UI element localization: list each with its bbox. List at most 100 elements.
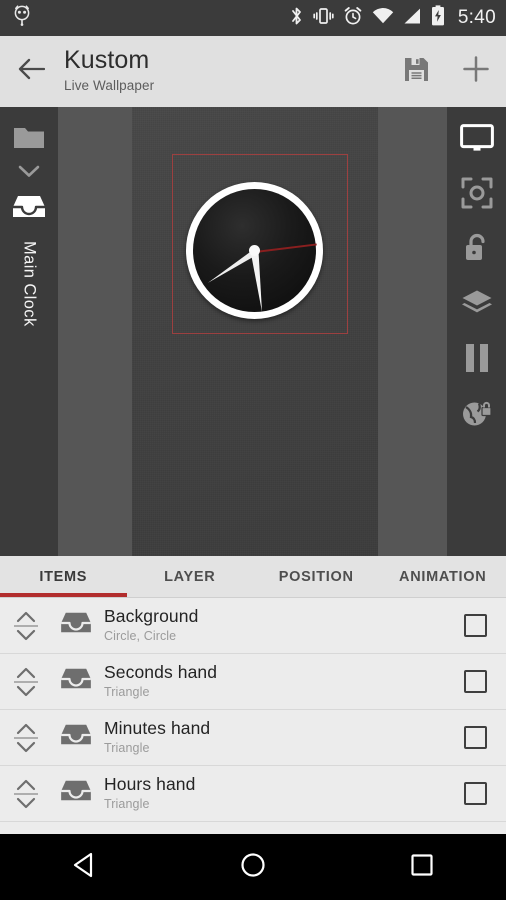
plus-icon	[462, 55, 490, 88]
analog-clock-widget[interactable]	[186, 182, 323, 319]
vibrate-icon	[313, 6, 334, 31]
tab-position-label: POSITION	[278, 568, 354, 585]
item-text: Background Circle, Circle	[104, 606, 444, 646]
item-text: Seconds hand Triangle	[104, 662, 444, 702]
tab-items-label: ITEMS	[39, 568, 88, 585]
tab-animation[interactable]: ANIMATION	[380, 556, 506, 597]
wifi-icon	[372, 7, 394, 30]
status-bar-notifications	[0, 5, 32, 31]
app-bar-titles: Kustom Live Wallpaper	[64, 47, 154, 95]
item-checkbox-cell[interactable]	[444, 598, 506, 654]
item-checkbox-cell[interactable]	[444, 766, 506, 822]
reorder-handle[interactable]	[0, 654, 52, 710]
item-subtitle: Triangle	[104, 796, 150, 811]
app-bar-actions	[386, 36, 506, 107]
item-checkbox-cell[interactable]	[444, 710, 506, 766]
inbox-tray-icon	[59, 610, 93, 641]
item-title: Background	[104, 605, 199, 626]
tab-bar: ITEMS LAYER POSITION ANIMATION	[0, 556, 506, 598]
tab-layer-label: LAYER	[164, 568, 216, 585]
item-checkbox[interactable]	[463, 614, 487, 637]
nav-recents-square-icon	[410, 853, 434, 882]
center-focus-icon	[461, 177, 493, 214]
item-title: Minutes hand	[104, 717, 211, 738]
globe-lock-icon	[461, 398, 493, 433]
alarm-icon	[343, 6, 363, 31]
status-bar-icons: 5:40	[289, 5, 506, 31]
back-arrow-icon	[18, 58, 45, 85]
bluetooth-icon	[289, 6, 304, 31]
tab-items[interactable]: ITEMS	[0, 556, 127, 597]
left-toolbar: Main Clock	[0, 107, 58, 556]
list-item[interactable]: Hours hand Triangle	[0, 766, 506, 822]
globe-lock-button[interactable]	[451, 394, 503, 436]
app-root: 5:40 Kustom Live Wallpaper Main Clock IT…	[0, 0, 506, 900]
nav-recents-button[interactable]	[379, 834, 465, 900]
list-item[interactable]: Background Circle, Circle	[0, 598, 506, 654]
status-bar: 5:40	[0, 0, 506, 36]
item-type-icon	[52, 710, 100, 766]
list-item[interactable]: Seconds hand Triangle	[0, 654, 506, 710]
nav-home-circle-icon	[240, 852, 266, 883]
nav-back-triangle-icon	[72, 852, 96, 883]
pause-icon	[464, 343, 490, 378]
preset-folder-button[interactable]	[4, 117, 54, 161]
battery-charging-icon	[431, 5, 445, 31]
item-subtitle: Triangle	[104, 684, 150, 699]
signal-icon	[403, 7, 422, 30]
save-floppy-icon	[403, 56, 430, 88]
inbox-tray-icon	[59, 666, 93, 697]
clock-center-hub	[249, 245, 260, 256]
wallpaper-preview[interactable]	[132, 107, 378, 556]
owl-icon	[12, 5, 32, 31]
item-text: Minutes hand Triangle	[104, 718, 444, 758]
monitor-screen-icon	[459, 123, 494, 157]
tab-layer[interactable]: LAYER	[127, 556, 254, 597]
page-subtitle: Live Wallpaper	[64, 77, 155, 93]
inbox-tray-icon	[59, 722, 93, 753]
chevron-down-icon	[18, 165, 40, 183]
item-type-icon	[52, 654, 100, 710]
module-tray-button[interactable]	[4, 187, 54, 231]
right-toolbar	[447, 107, 506, 556]
item-checkbox[interactable]	[463, 726, 487, 749]
layers-icon	[461, 289, 493, 322]
item-subtitle: Circle, Circle	[104, 628, 177, 643]
lock-toggle-button[interactable]	[451, 229, 503, 271]
item-title: Seconds hand	[104, 661, 218, 682]
inbox-tray-icon	[11, 193, 47, 226]
monitor-screen-button[interactable]	[451, 119, 503, 161]
app-bar: Kustom Live Wallpaper	[0, 36, 506, 107]
unlock-padlock-icon	[463, 232, 491, 269]
item-title: Hours hand	[104, 773, 196, 794]
tab-position[interactable]: POSITION	[253, 556, 380, 597]
save-button[interactable]	[386, 36, 446, 107]
status-bar-clock: 5:40	[457, 7, 496, 28]
page-title: Kustom	[64, 46, 150, 75]
android-nav-bar	[0, 834, 506, 900]
item-type-icon	[52, 766, 100, 822]
nav-home-button[interactable]	[210, 834, 296, 900]
reorder-handle[interactable]	[0, 598, 52, 654]
item-subtitle: Triangle	[104, 740, 150, 755]
folder-icon	[13, 124, 45, 155]
reorder-handle[interactable]	[0, 710, 52, 766]
layers-button[interactable]	[451, 284, 503, 326]
list-item[interactable]: Minutes hand Triangle	[0, 710, 506, 766]
item-checkbox[interactable]	[463, 782, 487, 805]
items-list: Background Circle, Circle Seconds hand T…	[0, 598, 506, 834]
expand-presets-button[interactable]	[4, 161, 54, 187]
reorder-handle[interactable]	[0, 766, 52, 822]
add-button[interactable]	[446, 36, 506, 107]
item-text: Hours hand Triangle	[104, 774, 444, 814]
current-preset-label: Main Clock	[20, 241, 39, 327]
item-checkbox-cell[interactable]	[444, 654, 506, 710]
nav-back-button[interactable]	[41, 834, 127, 900]
pause-button[interactable]	[451, 339, 503, 381]
back-button[interactable]	[0, 36, 62, 107]
item-type-icon	[52, 598, 100, 654]
inbox-tray-icon	[59, 778, 93, 809]
center-focus-button[interactable]	[451, 174, 503, 216]
tab-animation-label: ANIMATION	[399, 568, 487, 585]
item-checkbox[interactable]	[463, 670, 487, 693]
